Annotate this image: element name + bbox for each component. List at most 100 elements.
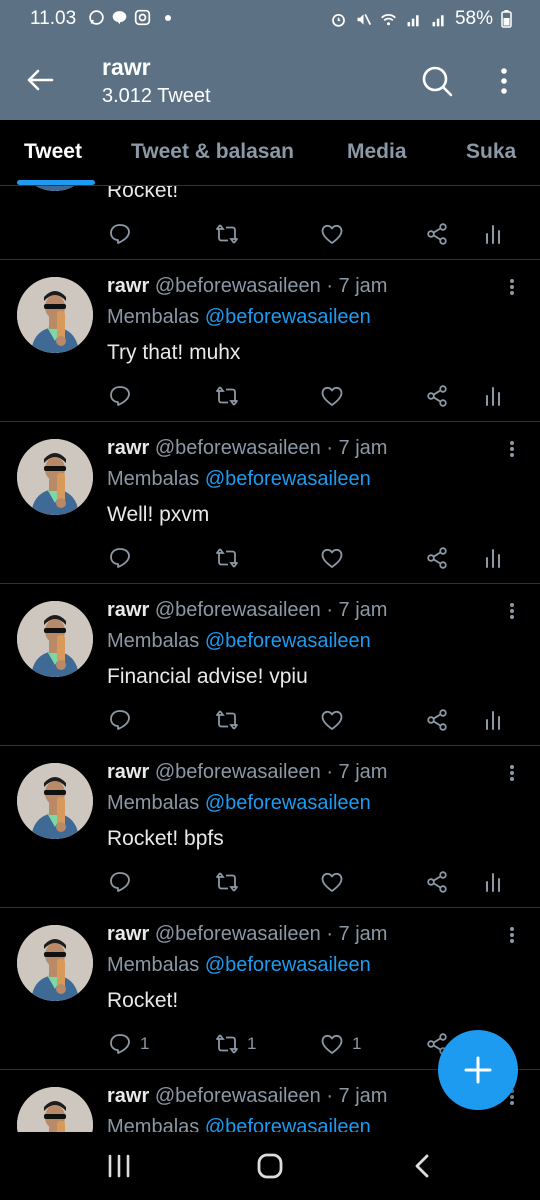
reply-button[interactable]	[108, 384, 140, 408]
author-name[interactable]: rawr	[107, 437, 149, 459]
author-name[interactable]: rawr	[107, 923, 149, 945]
tweet-header: rawr @beforewasaileen · 7 jam	[107, 275, 387, 298]
avatar[interactable]	[17, 601, 93, 677]
back-nav-button[interactable]	[392, 1146, 452, 1186]
retweet-button[interactable]	[215, 708, 247, 732]
tweet-count: 3.012 Tweet	[102, 85, 211, 107]
tweet-more-button[interactable]	[500, 275, 524, 299]
recents-button[interactable]	[89, 1146, 149, 1186]
author-handle[interactable]: @beforewasaileen	[155, 1085, 321, 1107]
author-name[interactable]: rawr	[107, 1085, 149, 1107]
retweet-button[interactable]	[215, 870, 247, 894]
tab-tweet[interactable]: Tweet	[24, 140, 82, 164]
like-button[interactable]	[320, 546, 352, 570]
like-button[interactable]	[320, 870, 352, 894]
author-name[interactable]: rawr	[107, 599, 149, 621]
tweet-more-button[interactable]	[500, 599, 524, 623]
reply-mention-link[interactable]: @beforewasaileen	[205, 630, 371, 652]
more-vertical-icon	[510, 279, 514, 295]
reply-button[interactable]	[108, 708, 140, 732]
author-name[interactable]: rawr	[107, 275, 149, 297]
reply-context: Membalas @beforewasaileen	[107, 630, 371, 653]
avatar[interactable]	[17, 1087, 93, 1132]
views-button[interactable]	[481, 222, 505, 246]
reply-button[interactable]	[108, 870, 140, 894]
more-vertical-icon	[510, 603, 514, 619]
tweet-more-button[interactable]	[500, 761, 524, 785]
tweet-timeline[interactable]: rawr @beforewasaileen · 7 jam Membalas @…	[0, 186, 540, 1132]
more-notifications-dot	[165, 14, 171, 21]
author-handle[interactable]: @beforewasaileen	[155, 599, 321, 621]
views-button[interactable]	[481, 870, 505, 894]
author-handle[interactable]: @beforewasaileen	[155, 437, 321, 459]
reply-mention-link[interactable]: @beforewasaileen	[205, 792, 371, 814]
back-button[interactable]	[18, 58, 62, 102]
tweet-item[interactable]: rawr @beforewasaileen · 7 jam Membalas @…	[0, 584, 540, 746]
reply-prefix: Membalas	[107, 630, 200, 652]
retweet-icon	[216, 548, 238, 568]
reply-context: Membalas @beforewasaileen	[107, 468, 371, 491]
reply-button[interactable]	[108, 222, 140, 246]
author-handle[interactable]: @beforewasaileen	[155, 275, 321, 297]
share-button[interactable]	[425, 222, 449, 246]
tweet-item[interactable]: rawr @beforewasaileen · 7 jam Membalas @…	[0, 746, 540, 908]
home-button[interactable]	[240, 1146, 300, 1186]
retweet-button[interactable]	[215, 546, 247, 570]
tweet-item[interactable]: rawr @beforewasaileen · 7 jam Membalas @…	[0, 186, 540, 260]
tweet-header: rawr @beforewasaileen · 7 jam	[107, 1085, 387, 1108]
more-options-button[interactable]	[482, 58, 526, 104]
share-button[interactable]	[425, 708, 449, 732]
reply-button[interactable]: 1	[108, 1032, 149, 1056]
like-button[interactable]	[320, 222, 352, 246]
tweet-item[interactable]: rawr @beforewasaileen · 7 jam Membalas @…	[0, 422, 540, 584]
reply-mention-link[interactable]: @beforewasaileen	[205, 1116, 371, 1132]
share-button[interactable]	[425, 546, 449, 570]
like-button[interactable]	[320, 708, 352, 732]
avatar[interactable]	[17, 925, 93, 1001]
views-button[interactable]	[481, 384, 505, 408]
reply-mention-link[interactable]: @beforewasaileen	[205, 954, 371, 976]
compose-tweet-button[interactable]	[438, 1030, 518, 1110]
battery-percent: 58%	[454, 8, 493, 29]
retweet-button[interactable]	[215, 384, 247, 408]
avatar[interactable]	[17, 763, 93, 839]
share-icon	[427, 709, 447, 731]
avatar[interactable]	[17, 186, 93, 191]
like-button[interactable]: 1	[320, 1032, 361, 1056]
reply-mention-link[interactable]: @beforewasaileen	[205, 468, 371, 490]
tab-tweet-balasan[interactable]: Tweet & balasan	[131, 140, 294, 164]
reply-context: Membalas @beforewasaileen	[107, 954, 371, 977]
avatar[interactable]	[17, 277, 93, 353]
search-icon	[422, 66, 453, 97]
views-button[interactable]	[481, 546, 505, 570]
author-handle[interactable]: @beforewasaileen	[155, 923, 321, 945]
share-button[interactable]	[425, 870, 449, 894]
author-name[interactable]: rawr	[107, 761, 149, 783]
tab-suka[interactable]: Suka	[466, 140, 516, 164]
views-button[interactable]	[481, 708, 505, 732]
tweet-item[interactable]: rawr @beforewasaileen · 7 jam Membalas @…	[0, 260, 540, 422]
retweet-icon	[216, 710, 238, 730]
tweet-more-button[interactable]	[500, 437, 524, 461]
author-handle[interactable]: @beforewasaileen	[155, 761, 321, 783]
signal-icon-2	[432, 14, 444, 26]
line-icon	[112, 11, 127, 25]
retweet-button[interactable]	[215, 222, 247, 246]
reply-button[interactable]	[108, 546, 140, 570]
tweet-actions	[0, 870, 540, 900]
retweet-icon	[216, 872, 238, 892]
compose-plus-icon	[464, 1056, 492, 1084]
retweet-button[interactable]: 1	[215, 1032, 256, 1056]
share-icon	[427, 223, 447, 245]
like-icon	[321, 1034, 343, 1054]
tweet-time: · 7 jam	[326, 275, 388, 297]
tweet-more-button[interactable]	[500, 923, 524, 947]
like-button[interactable]	[320, 384, 352, 408]
reply-mention-link[interactable]: @beforewasaileen	[205, 306, 371, 328]
back-arrow-icon	[27, 69, 54, 91]
tab-media[interactable]: Media	[347, 140, 407, 164]
share-button[interactable]	[425, 384, 449, 408]
tweet-header: rawr @beforewasaileen · 7 jam	[107, 599, 387, 622]
avatar[interactable]	[17, 439, 93, 515]
search-button[interactable]	[414, 58, 460, 104]
